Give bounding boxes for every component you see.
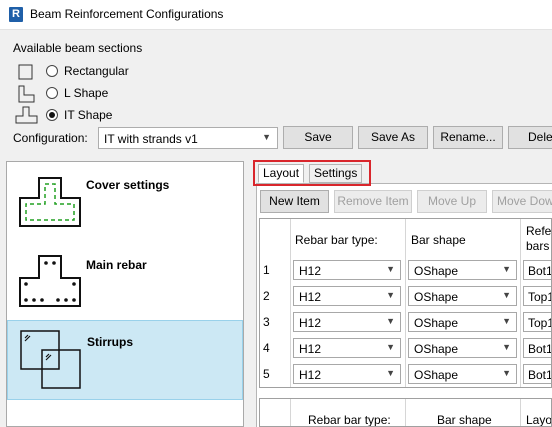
radio-it-shape-label[interactable]: IT Shape <box>64 108 112 122</box>
bar-type-select[interactable]: H12 ▼ <box>293 312 401 332</box>
category-item-main-rebar[interactable]: Main rebar <box>7 244 243 324</box>
category-item-cover-settings[interactable]: Cover settings <box>7 164 243 244</box>
l-shape-section-icon <box>18 85 35 103</box>
column-header-rebar-bar-type: Rebar bar type: <box>308 413 391 427</box>
configuration-select[interactable]: IT with strands v1 ▼ <box>98 127 278 149</box>
grid-divider <box>405 399 406 426</box>
configuration-label: Configuration: <box>13 131 88 145</box>
move-down-button[interactable]: Move Dow <box>492 190 552 213</box>
save-as-button[interactable]: Save As <box>358 126 428 149</box>
grid-divider <box>290 219 291 387</box>
chevron-down-icon: ▼ <box>262 132 271 142</box>
radio-l-shape-label[interactable]: L Shape <box>64 86 108 100</box>
title-bar: R Beam Reinforcement Configurations <box>0 0 552 30</box>
category-label: Cover settings <box>86 178 170 192</box>
chevron-down-icon: ▼ <box>386 342 395 352</box>
chevron-down-icon: ▼ <box>386 264 395 274</box>
bar-type-select[interactable]: H12 ▼ <box>293 286 401 306</box>
bar-shape-select[interactable]: OShape ▼ <box>408 312 517 332</box>
bar-shape-select[interactable]: OShape ▼ <box>408 364 517 384</box>
rectangular-section-icon <box>18 64 33 80</box>
reference-bars-select[interactable]: Top1 <box>523 286 551 306</box>
chevron-down-icon: ▼ <box>386 290 395 300</box>
row-number: 5 <box>263 367 270 381</box>
chevron-down-icon: ▼ <box>386 316 395 326</box>
row-number: 1 <box>263 263 270 277</box>
radio-rectangular-label[interactable]: Rectangular <box>64 64 129 78</box>
category-label: Stirrups <box>87 335 134 349</box>
category-item-stirrups[interactable]: Stirrups <box>7 320 243 400</box>
column-header-reference-bars: Refer bars <box>526 224 552 253</box>
chevron-down-icon: ▼ <box>502 264 511 274</box>
window-title: Beam Reinforcement Configurations <box>30 7 224 21</box>
grid-divider <box>290 399 291 426</box>
row-number: 3 <box>263 315 270 329</box>
bar-shape-select[interactable]: OShape ▼ <box>408 260 517 280</box>
grid-divider <box>520 399 521 426</box>
reference-bars-select[interactable]: Top1 <box>523 312 551 332</box>
it-shape-section-icon <box>15 106 38 124</box>
bar-type-select[interactable]: H12 ▼ <box>293 364 401 384</box>
stirrups-layout-grid: Rebar bar type: Bar shape Refer bars 1 H… <box>259 218 552 388</box>
chevron-down-icon: ▼ <box>502 342 511 352</box>
new-item-button[interactable]: New Item <box>260 190 329 213</box>
grid-divider <box>405 219 406 387</box>
row-number: 2 <box>263 289 270 303</box>
bar-type-select[interactable]: H12 ▼ <box>293 338 401 358</box>
chevron-down-icon: ▼ <box>502 316 511 326</box>
stirrups-icon <box>20 330 81 389</box>
delete-button[interactable]: Delet <box>508 126 552 149</box>
chevron-down-icon: ▼ <box>502 290 511 300</box>
available-sections-label: Available beam sections <box>13 41 143 55</box>
main-rebar-icon <box>19 255 81 307</box>
tabs-highlight-frame <box>253 160 371 186</box>
save-button[interactable]: Save <box>283 126 353 149</box>
column-header-layout: Layou <box>526 413 552 427</box>
second-layout-grid: Rebar bar type: Bar shape Layou <box>259 398 552 427</box>
rename-button[interactable]: Rename... <box>433 126 503 149</box>
grid-divider <box>520 219 521 387</box>
bar-shape-select[interactable]: OShape ▼ <box>408 286 517 306</box>
bar-shape-select[interactable]: OShape ▼ <box>408 338 517 358</box>
radio-rectangular[interactable] <box>46 65 58 77</box>
category-label: Main rebar <box>86 258 147 272</box>
column-header-bar-shape: Bar shape <box>411 233 466 247</box>
configuration-value: IT with strands v1 <box>104 132 198 146</box>
remove-item-button[interactable]: Remove Item <box>334 190 412 213</box>
reference-bars-select[interactable]: Bot1 <box>523 260 551 280</box>
move-up-button[interactable]: Move Up <box>417 190 487 213</box>
column-header-bar-shape: Bar shape <box>437 413 492 427</box>
chevron-down-icon: ▼ <box>386 368 395 378</box>
reference-bars-select[interactable]: Bot1 <box>523 364 551 384</box>
chevron-down-icon: ▼ <box>502 368 511 378</box>
reference-bars-select[interactable]: Bot1 <box>523 338 551 358</box>
cover-settings-icon <box>19 177 81 227</box>
row-number: 4 <box>263 341 270 355</box>
column-header-rebar-bar-type: Rebar bar type: <box>295 233 378 247</box>
bar-type-select[interactable]: H12 ▼ <box>293 260 401 280</box>
settings-category-list: Cover settings Main rebar Stirrups <box>6 161 244 427</box>
radio-l-shape[interactable] <box>46 87 58 99</box>
revit-app-icon: R <box>9 7 23 22</box>
radio-it-shape[interactable] <box>46 109 58 121</box>
